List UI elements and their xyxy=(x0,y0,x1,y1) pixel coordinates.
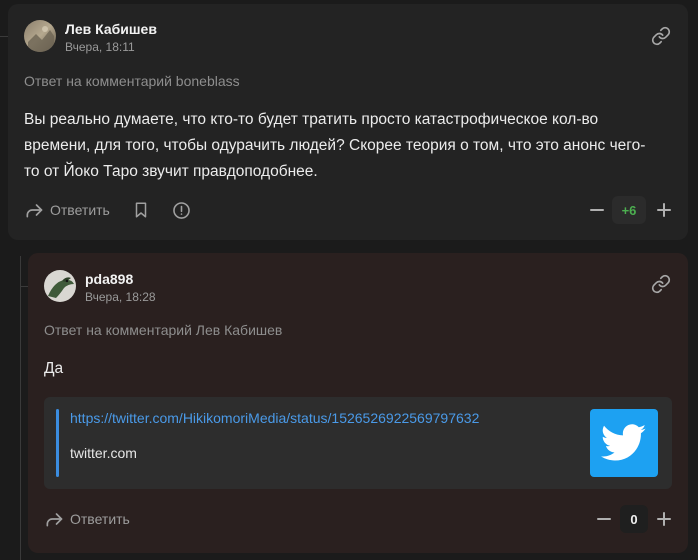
author-name[interactable]: pda898 xyxy=(85,271,133,287)
plus-icon[interactable] xyxy=(653,508,675,530)
score-badge: +6 xyxy=(612,196,646,224)
reply-button[interactable]: Ответить xyxy=(44,509,130,529)
alert-circle-icon[interactable] xyxy=(170,199,192,221)
plus-icon[interactable] xyxy=(653,199,675,221)
comment-text: Вы реально думаете, что кто-то будет тра… xyxy=(24,107,645,185)
comment-time[interactable]: Вчера, 18:11 xyxy=(65,40,135,54)
reply-label: Ответить xyxy=(70,511,130,527)
reply-arrow-icon xyxy=(46,513,63,527)
comment-card-2: pda898 Вчера, 18:28 Ответ на комментарий… xyxy=(28,253,688,553)
thread-branch-line xyxy=(0,36,8,37)
link-icon[interactable] xyxy=(651,26,671,46)
reply-to-label[interactable]: Ответ на комментарий Лев Кабишев xyxy=(44,322,282,338)
link-embed[interactable]: https://twitter.com/HikikomoriMedia/stat… xyxy=(44,397,672,489)
comment-text: Да xyxy=(44,360,64,377)
bookmark-icon[interactable] xyxy=(130,199,152,221)
thread-line xyxy=(20,256,21,560)
score-badge: 0 xyxy=(620,505,648,533)
twitter-bird-icon[interactable] xyxy=(590,409,658,477)
link-icon[interactable] xyxy=(651,274,671,294)
avatar[interactable] xyxy=(44,270,76,302)
author-name[interactable]: Лев Кабишев xyxy=(65,21,157,37)
reply-label: Ответить xyxy=(50,202,110,218)
avatar[interactable] xyxy=(24,20,56,52)
comment-text-line: Вы реально думаете, что кто-то будет тра… xyxy=(24,111,599,128)
reply-arrow-icon xyxy=(26,204,43,218)
comment-card-1: Лев Кабишев Вчера, 18:11 Ответ на коммен… xyxy=(8,4,688,240)
thread-tick xyxy=(20,286,28,287)
embed-accent-bar xyxy=(56,409,59,477)
reply-button[interactable]: Ответить xyxy=(24,200,110,220)
minus-icon[interactable] xyxy=(586,199,608,221)
embed-url[interactable]: https://twitter.com/HikikomoriMedia/stat… xyxy=(70,410,479,426)
reply-to-label[interactable]: Ответ на комментарий boneblass xyxy=(24,73,240,89)
comment-text-line: то от Йоко Таро звучит правдоподобнее. xyxy=(24,163,318,180)
comment-time[interactable]: Вчера, 18:28 xyxy=(85,290,156,304)
comment-text-line: времени, для того, чтобы одурачить людей… xyxy=(24,137,646,154)
embed-domain: twitter.com xyxy=(70,445,137,461)
minus-icon[interactable] xyxy=(593,508,615,530)
